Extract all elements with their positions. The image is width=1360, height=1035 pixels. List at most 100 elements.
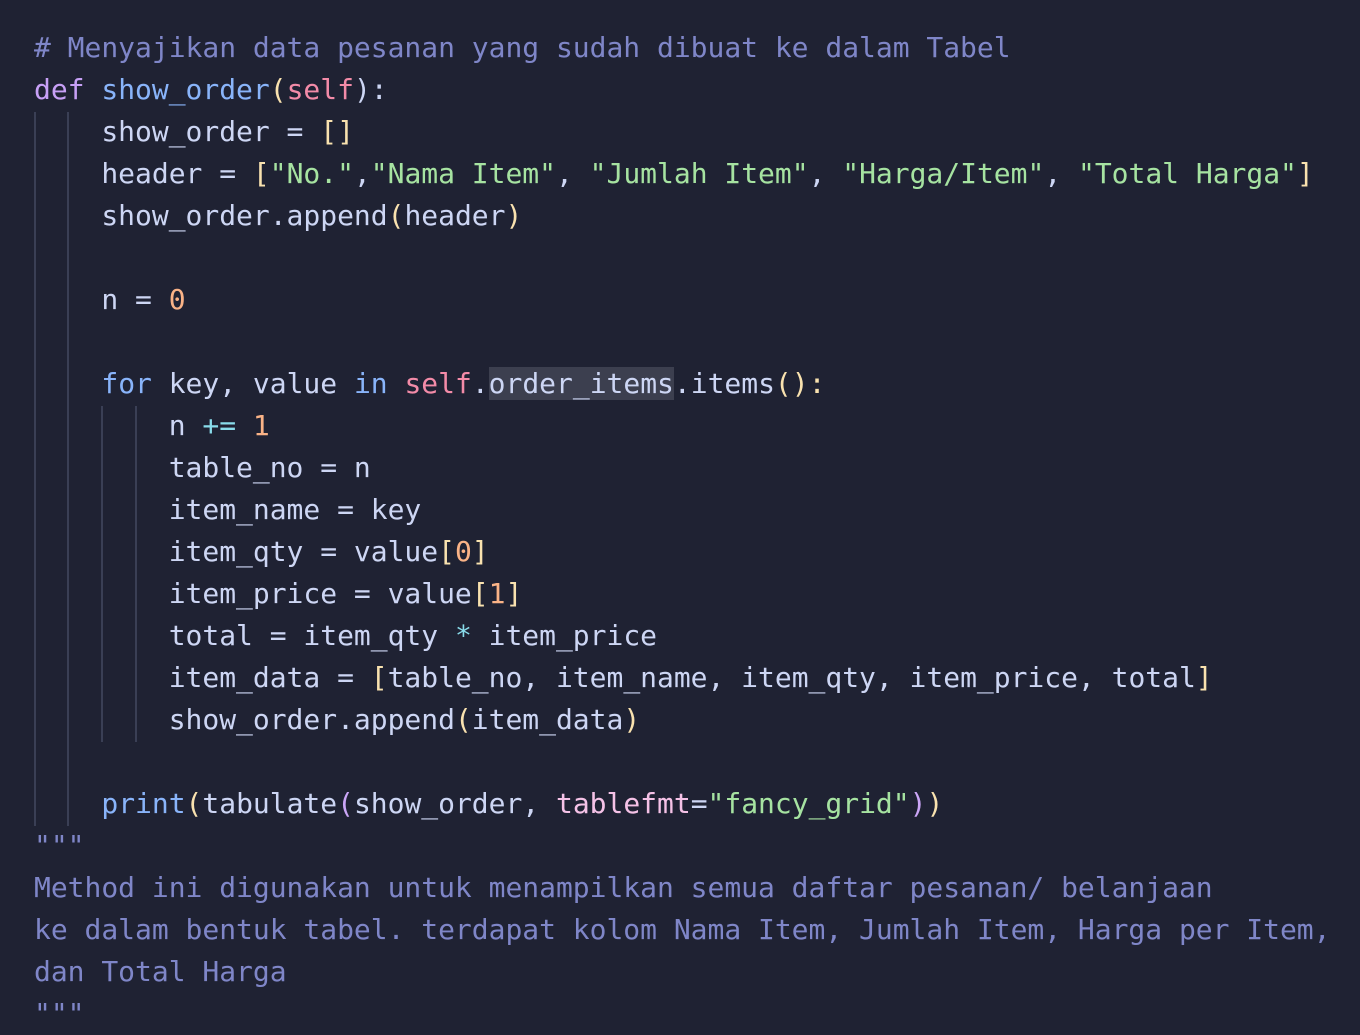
code-token: show_order xyxy=(101,73,270,106)
code-token: order_items xyxy=(488,367,674,400)
code-token: ] xyxy=(1195,661,1213,694)
code-editor[interactable]: # Menyajikan data pesanan yang sudah dib… xyxy=(0,0,1360,1030)
code-token: ( xyxy=(454,703,472,736)
code-line[interactable]: show_order.append(header) xyxy=(34,195,522,237)
code-token: [ xyxy=(252,157,270,190)
code-line[interactable]: n += 1 xyxy=(34,405,270,447)
code-token: item_data xyxy=(471,703,624,736)
code-token: """ xyxy=(34,829,85,862)
code-token: [ xyxy=(370,661,388,694)
code-token: . xyxy=(471,367,489,400)
code-token: Method ini digunakan untuk menampilkan s… xyxy=(34,871,1213,904)
code-token: print xyxy=(101,787,186,820)
code-token: ( xyxy=(337,787,354,820)
code-token: total = item_qty xyxy=(34,619,455,652)
code-token: , xyxy=(555,157,590,190)
code-token: ke dalam bentuk tabel. terdapat kolom Na… xyxy=(34,913,1331,946)
code-token: ] xyxy=(471,535,489,568)
code-token: 0 xyxy=(168,283,186,316)
code-token: table_no, item_name, item_qty, item_pric… xyxy=(387,661,1196,694)
code-token: += xyxy=(202,409,237,442)
code-token: header = xyxy=(34,157,253,190)
code-token: show_order.append xyxy=(34,703,455,736)
code-token: , xyxy=(353,157,371,190)
code-token: show_order, xyxy=(353,787,556,820)
code-token: ): xyxy=(353,73,388,106)
code-line[interactable]: item_qty = value[0] xyxy=(34,531,489,573)
code-line[interactable]: header = ["No.","Nama Item", "Jumlah Ite… xyxy=(34,153,1314,195)
code-token: n = xyxy=(34,283,169,316)
code-token: show_order.append xyxy=(34,199,388,232)
code-line[interactable]: def show_order(self): xyxy=(34,69,388,111)
code-token: "Jumlah Item" xyxy=(589,157,809,190)
code-token: self xyxy=(286,73,354,106)
code-line[interactable]: # Menyajikan data pesanan yang sudah dib… xyxy=(34,27,1011,69)
code-token: ) xyxy=(623,703,641,736)
code-token: [ xyxy=(471,577,489,610)
code-token: 1 xyxy=(252,409,270,442)
code-token: show_order = xyxy=(34,115,321,148)
code-token: tabulate xyxy=(202,787,338,820)
code-token: 0 xyxy=(454,535,472,568)
code-line[interactable]: dan Total Harga xyxy=(34,951,287,993)
code-line[interactable]: """ xyxy=(34,993,85,1035)
code-token: "No." xyxy=(269,157,354,190)
code-line[interactable]: show_order.append(item_data) xyxy=(34,699,641,741)
code-token: item_price = value xyxy=(34,577,472,610)
code-token: "Harga/Item" xyxy=(842,157,1045,190)
code-token: """ xyxy=(34,997,85,1030)
code-token: item_name = key xyxy=(34,493,422,526)
code-token: "Total Harga" xyxy=(1078,157,1297,190)
code-token: tablefmt xyxy=(556,787,691,820)
code-token: ( xyxy=(269,73,287,106)
code-token: ] xyxy=(1296,157,1314,190)
code-token: dan Total Harga xyxy=(34,955,287,988)
code-token: item_qty = value xyxy=(34,535,439,568)
code-line[interactable]: """ xyxy=(34,825,85,867)
code-line[interactable]: table_no = n xyxy=(34,447,371,489)
code-line[interactable]: item_data = [table_no, item_name, item_q… xyxy=(34,657,1213,699)
code-token: ] xyxy=(505,577,523,610)
code-token: (): xyxy=(774,367,826,400)
code-token: [] xyxy=(320,115,354,148)
code-line[interactable]: for key, value in self.order_items.items… xyxy=(34,363,825,405)
code-line[interactable]: total = item_qty * item_price xyxy=(34,615,657,657)
code-token: header xyxy=(404,199,506,232)
code-token: .items xyxy=(673,367,775,400)
code-line[interactable]: item_price = value[1] xyxy=(34,573,523,615)
code-token: , xyxy=(1044,157,1078,190)
code-line[interactable]: print(tabulate(show_order, tablefmt="fan… xyxy=(34,783,943,825)
code-token: ) xyxy=(926,787,944,820)
code-token: "Nama Item" xyxy=(370,157,556,190)
code-line[interactable]: show_order = [] xyxy=(34,111,354,153)
code-token: # Menyajikan data pesanan yang sudah dib… xyxy=(34,31,1011,64)
code-token: [ xyxy=(438,535,455,568)
code-line[interactable]: ke dalam bentuk tabel. terdapat kolom Na… xyxy=(34,909,1331,951)
code-token: ) xyxy=(505,199,523,232)
code-token: , xyxy=(808,157,843,190)
code-token: * xyxy=(454,619,472,652)
code-line[interactable]: n = 0 xyxy=(34,279,186,321)
code-token: for xyxy=(101,367,152,400)
code-line[interactable]: Method ini digunakan untuk menampilkan s… xyxy=(34,867,1213,909)
code-token: ( xyxy=(185,787,203,820)
code-token: n xyxy=(34,409,203,442)
code-token: ) xyxy=(909,787,927,820)
code-token: table_no = n xyxy=(34,451,371,484)
code-token: in xyxy=(353,367,388,400)
code-token: ( xyxy=(387,199,405,232)
code-token: key, value xyxy=(151,367,354,400)
code-token: item_price xyxy=(471,619,657,652)
code-token: 1 xyxy=(488,577,506,610)
code-token: = xyxy=(690,787,708,820)
code-token: "fancy_grid" xyxy=(707,787,910,820)
code-token: self xyxy=(404,367,472,400)
code-token: def xyxy=(34,73,85,106)
code-token: item_data = xyxy=(34,661,371,694)
code-line[interactable]: item_name = key xyxy=(34,489,422,531)
